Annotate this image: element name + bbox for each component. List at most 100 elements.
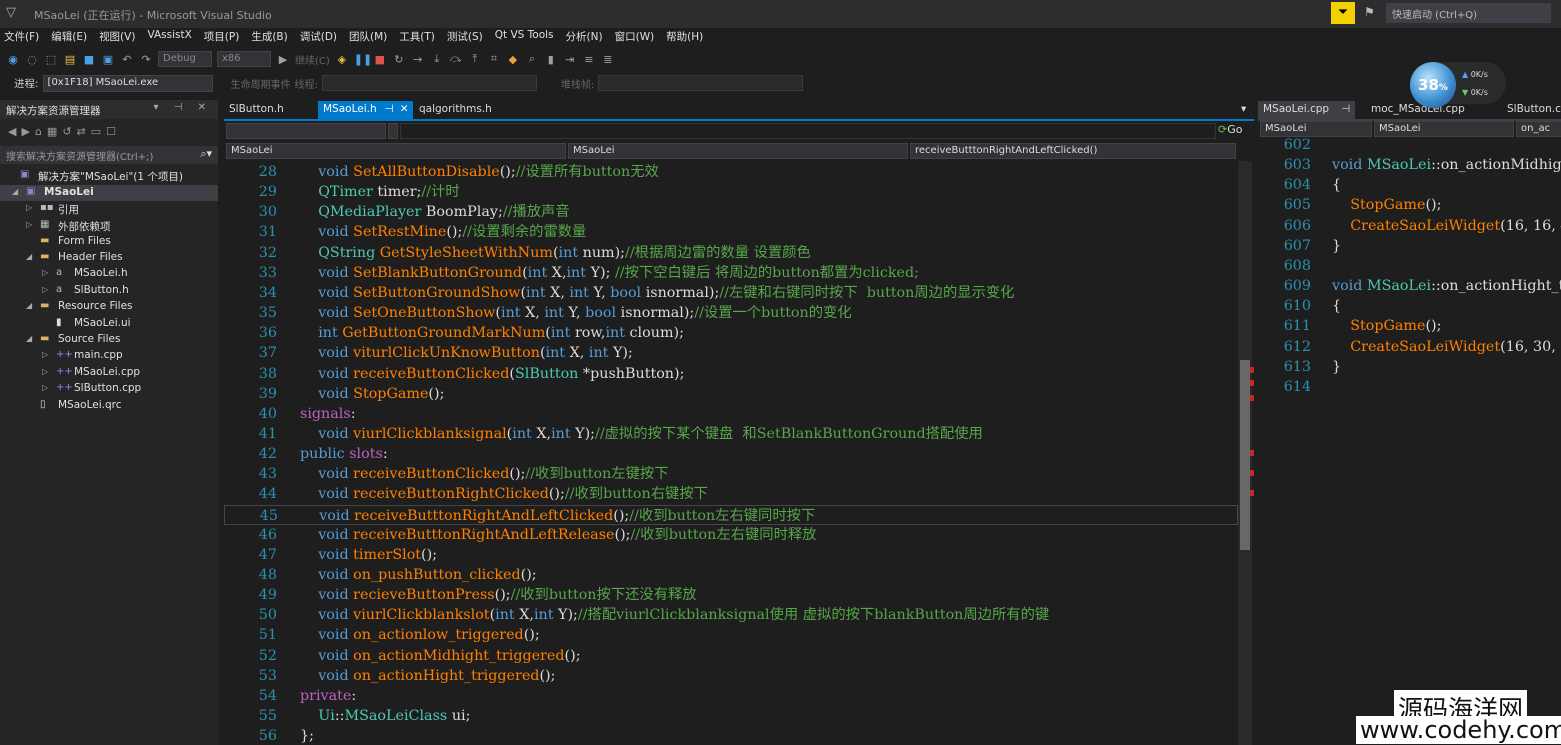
step-into-icon[interactable]: ⤓ xyxy=(430,52,444,66)
code-line[interactable]: 44 void receiveButtonRightClicked();//收到… xyxy=(224,484,1238,504)
tab-msaolei-h[interactable]: MSaoLei.h ⊣ ✕ xyxy=(318,101,413,119)
expand-arrow-icon[interactable]: ▷ xyxy=(26,220,36,229)
collapse-arrow-icon[interactable]: ◢ xyxy=(12,187,22,196)
stackframe-select[interactable] xyxy=(598,75,804,91)
tree-item[interactable]: ▷ ▪▪ 引用 xyxy=(0,201,218,217)
notification-filter-icon[interactable]: ⏷ xyxy=(1331,2,1355,24)
right-class-select[interactable]: MSaoLei xyxy=(1374,121,1514,137)
menu-item[interactable]: 测试(S) xyxy=(443,28,491,46)
code-line[interactable]: 30 QMediaPlayer BoomPlay;//播放声音 xyxy=(224,202,1238,222)
code-line[interactable]: 31 void SetRestMine();//设置剩余的雷数量 xyxy=(224,222,1238,242)
pin-tab-icon[interactable]: ⊣ xyxy=(385,103,394,115)
editor-scroll-thumb[interactable] xyxy=(1240,360,1250,550)
comment-icon[interactable]: ≡ xyxy=(582,53,596,66)
tree-item[interactable]: ▮ MSaoLei.ui xyxy=(0,316,218,332)
lifecycle-events-button[interactable]: 生命周期事件 xyxy=(231,76,291,91)
code-line[interactable]: 47 void timerSlot(); xyxy=(224,545,1238,565)
uncomment-icon[interactable]: ≣ xyxy=(601,53,615,66)
tab-overflow-icon[interactable]: ▾ xyxy=(1236,101,1251,119)
code-line[interactable]: 34 void SetButtonGroundShow(int X, int Y… xyxy=(224,283,1238,303)
code-line[interactable]: 56}; xyxy=(224,726,1238,745)
code-line[interactable]: 45 void receiveButttonRightAndLeftClicke… xyxy=(224,504,1238,525)
tree-item[interactable]: ▷ ++ SlButton.cpp xyxy=(0,381,218,397)
combo-spinner[interactable] xyxy=(388,123,398,139)
menu-item[interactable]: Qt VS Tools xyxy=(491,28,562,46)
code-line[interactable]: 614 xyxy=(1258,377,1561,397)
expand-arrow-icon[interactable]: ▷ xyxy=(42,268,52,277)
code-line[interactable]: 41 void viurlClickblanksignal(int X,int … xyxy=(224,424,1238,444)
collapse-arrow-icon[interactable]: ◢ xyxy=(26,252,36,261)
expand-arrow-icon[interactable]: ▷ xyxy=(42,285,52,294)
right-code-editor[interactable]: 602 603 void MSaoLei::on_actionMidhigh 604{… xyxy=(1258,137,1561,745)
save-icon[interactable]: ■ xyxy=(82,53,96,66)
pause-icon[interactable]: ❚❚ xyxy=(354,53,372,66)
se-collapse-icon[interactable]: ▭ xyxy=(91,125,106,138)
expand-arrow-icon[interactable]: ▷ xyxy=(26,203,36,212)
tree-item[interactable]: ▷ ++ MSaoLei.cpp xyxy=(0,365,218,381)
memory-usage-ball[interactable]: 38% xyxy=(1410,62,1456,108)
menu-item[interactable]: 帮助(H) xyxy=(662,28,711,46)
se-back-icon[interactable]: ◀ xyxy=(8,125,21,138)
code-line[interactable]: 611 StopGame(); xyxy=(1258,316,1561,336)
bookmark-icon[interactable]: ▮ xyxy=(544,53,558,66)
solution-search-input[interactable]: 搜索解决方案资源管理器(Ctrl+;) ⌕▾ xyxy=(0,146,218,164)
nav-member-select[interactable]: receiveButttonRightAndLeftClicked() xyxy=(910,143,1236,159)
code-line[interactable]: 50 void viurlClickblankslot(int X,int Y)… xyxy=(224,605,1238,625)
code-line[interactable]: 610 { xyxy=(1258,296,1561,316)
tree-item[interactable]: ▷ ++ main.cpp xyxy=(0,348,218,364)
collapse-arrow-icon[interactable]: ◢ xyxy=(26,301,36,310)
tree-item[interactable]: ▷ ▦ 外部依赖项 xyxy=(0,218,218,234)
se-history-icon[interactable]: ↺ xyxy=(62,125,76,138)
code-line[interactable]: 37 void viturlClickUnKnowButton(int X, i… xyxy=(224,343,1238,363)
continue-button[interactable]: 继续(C) xyxy=(295,52,330,67)
se-forward-icon[interactable]: ▶ xyxy=(21,125,34,138)
code-line[interactable]: 53 void on_actionHight_triggered(); xyxy=(224,666,1238,686)
project-combo[interactable] xyxy=(226,123,386,139)
code-line[interactable]: 606 CreateSaoLeiWidget(16, 16, 40 xyxy=(1258,216,1561,236)
collapse-arrow-icon[interactable]: ◢ xyxy=(26,334,36,343)
indent-icon[interactable]: ⇥ xyxy=(563,53,577,66)
se-home-icon[interactable]: ⌂ xyxy=(35,125,47,138)
search-icon[interactable]: ⌕▾ xyxy=(200,147,212,161)
thread-select[interactable] xyxy=(321,75,537,91)
process-select[interactable]: [0x1F18] MSaoLei.exe xyxy=(42,74,213,92)
nav-class-select[interactable]: MSaoLei xyxy=(568,143,908,159)
code-line[interactable]: 51 void on_actionlow_triggered(); xyxy=(224,625,1238,645)
search-combo[interactable] xyxy=(400,123,1216,139)
code-line[interactable]: 605 StopGame(); xyxy=(1258,195,1561,215)
right-member-select[interactable]: on_ac xyxy=(1516,121,1561,137)
code-line[interactable]: 52 void on_actionMidhight_triggered(); xyxy=(224,646,1238,666)
tree-item[interactable]: ▷ a SlButton.h xyxy=(0,283,218,299)
code-line[interactable]: 39 void StopGame(); xyxy=(224,384,1238,404)
tree-item[interactable]: ▯ MSaoLei.qrc xyxy=(0,398,218,414)
step-out-icon[interactable]: ⤒ xyxy=(468,52,482,66)
se-sync-icon[interactable]: ⇄ xyxy=(77,125,91,138)
code-line[interactable]: 35 void SetOneButtonShow(int X, int Y, b… xyxy=(224,303,1238,323)
step-over-icon[interactable]: ⤼ xyxy=(449,52,463,66)
menu-item[interactable]: 项目(P) xyxy=(200,28,248,46)
tab-slbutton-h[interactable]: SlButton.h xyxy=(224,101,289,119)
nav-scope-select[interactable]: MSaoLei xyxy=(226,143,566,159)
show-next-statement-icon[interactable]: → xyxy=(411,53,425,66)
tab-slbutton-cpp[interactable]: SlButton.cp xyxy=(1502,101,1561,119)
expand-arrow-icon[interactable]: ▷ xyxy=(42,350,52,359)
code-line[interactable]: 36 int GetButtonGroundMarkNum(int row,in… xyxy=(224,323,1238,343)
code-line[interactable]: 40 signals: xyxy=(224,404,1238,424)
pin-tab-icon[interactable]: ⊣ xyxy=(1341,103,1350,115)
menu-item[interactable]: 视图(V) xyxy=(95,28,143,46)
menu-item[interactable]: 窗口(W) xyxy=(611,28,663,46)
continue-icon[interactable]: ▶ xyxy=(276,53,290,66)
tree-item[interactable]: ◢ ▬ Header Files xyxy=(0,250,218,266)
code-editor[interactable]: 28 void SetAllButtonDisable();//设置所有butt… xyxy=(224,161,1238,745)
right-scope-select[interactable]: MSaoLei xyxy=(1260,121,1372,137)
menu-item[interactable]: 生成(B) xyxy=(247,28,295,46)
tree-item[interactable]: ◢ ▬ Resource Files xyxy=(0,299,218,315)
code-line[interactable]: 609 void MSaoLei::on_actionHight_tr xyxy=(1258,276,1561,296)
forward-icon[interactable]: ◌ xyxy=(25,53,39,66)
code-line[interactable]: 46 void receiveButttonRightAndLeftReleas… xyxy=(224,525,1238,545)
code-line[interactable]: 608 xyxy=(1258,256,1561,276)
code-line[interactable]: 48 void on_pushButton_clicked(); xyxy=(224,565,1238,585)
back-icon[interactable]: ◉ xyxy=(6,53,20,66)
go-button[interactable]: ⟳Go xyxy=(1218,123,1242,136)
breakpoint-tool-icon[interactable]: ◆ xyxy=(506,53,520,66)
